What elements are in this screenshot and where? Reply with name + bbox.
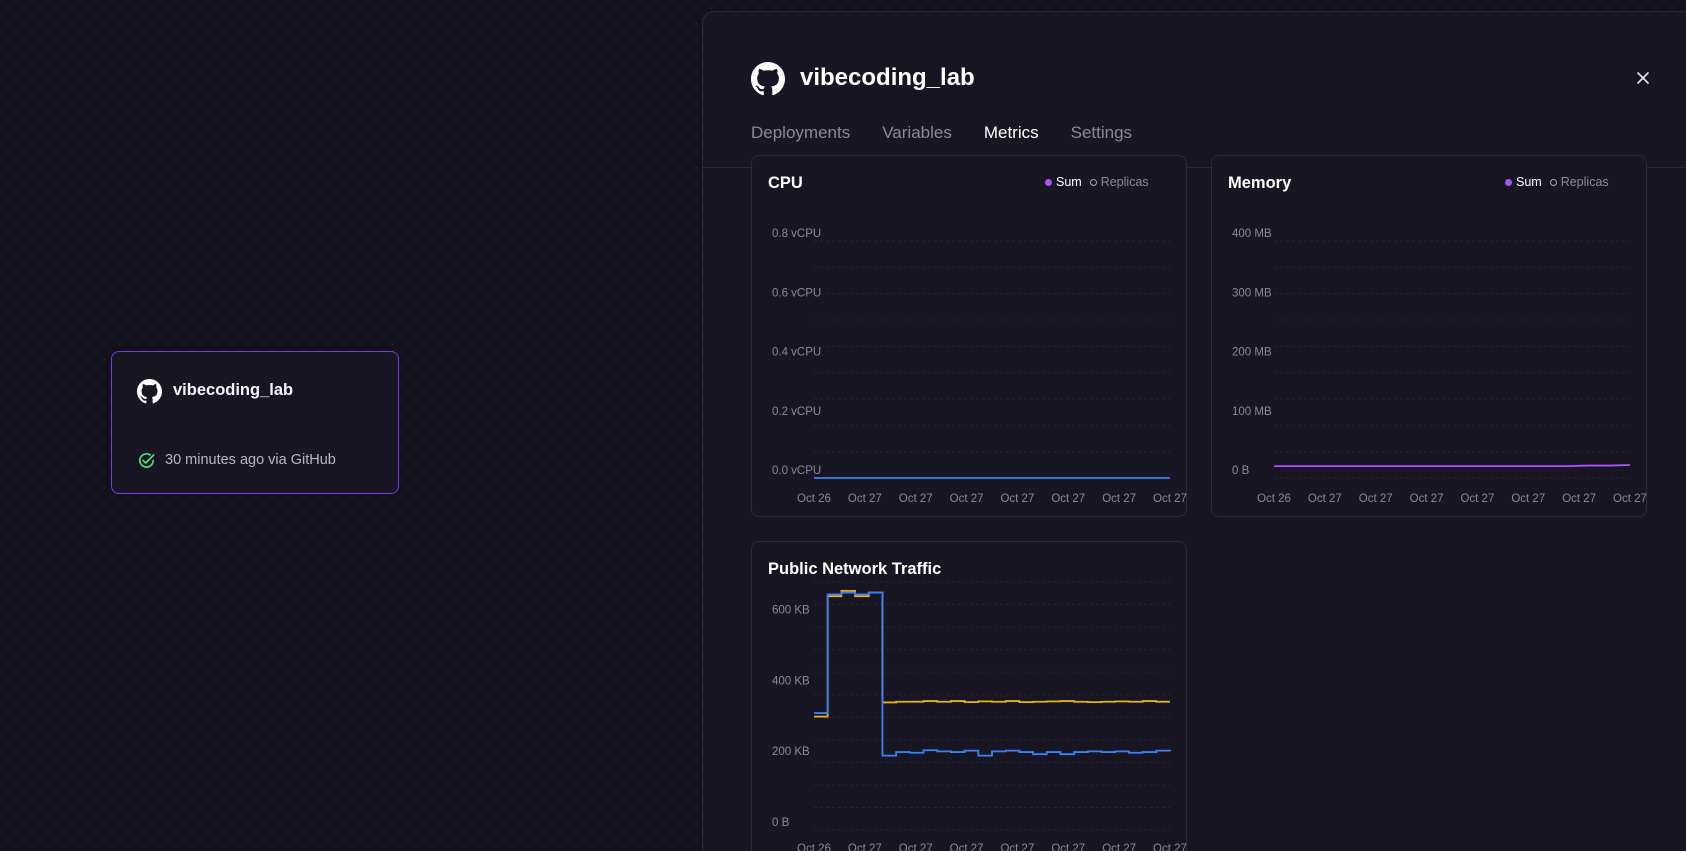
- tab-metrics[interactable]: Metrics: [983, 119, 1039, 160]
- y-tick-label: 0 B: [1232, 465, 1250, 477]
- y-tick-label: 0 B: [772, 817, 790, 829]
- x-tick-label: Oct 27: [1410, 493, 1444, 505]
- x-tick-label: Oct 27: [1000, 493, 1034, 505]
- cpu-chart: 0.0 vCPU 0.2 vCPU 0.4 vCPU 0.6 vCPU 0.8 vCPU…: [772, 228, 1187, 505]
- panel-tabs: Deployments Variables Metrics Settings: [751, 119, 1164, 160]
- y-tick-label: 400 MB: [1232, 228, 1272, 240]
- x-tick-label: Oct 27: [899, 493, 933, 505]
- y-tick-label: 200 MB: [1232, 347, 1272, 359]
- x-tick-label: Oct 26: [797, 843, 831, 851]
- x-tick-label: Oct 27: [950, 493, 984, 505]
- y-tick-label: 0.6 vCPU: [772, 287, 821, 299]
- y-tick-label: 0.2 vCPU: [772, 406, 821, 418]
- x-tick-label: Oct 27: [1051, 843, 1085, 851]
- github-icon: [137, 379, 162, 404]
- deploy-status-text: 30 minutes ago via GitHub: [165, 452, 336, 468]
- x-tick-label: Oct 27: [1153, 493, 1187, 505]
- cpu-chart-card: CPU Sum Replicas 0.0 vCPU 0.2 vCPU 0.4 vCP…: [751, 155, 1187, 517]
- panel-title: vibecoding_lab: [800, 64, 975, 91]
- x-tick-label: Oct 27: [1102, 493, 1136, 505]
- y-tick-label: 0.0 vCPU: [772, 465, 821, 477]
- check-circle-icon: [139, 452, 155, 468]
- x-tick-label: Oct 27: [1460, 493, 1494, 505]
- y-tick-label: 0.8 vCPU: [772, 228, 821, 240]
- y-tick-label: 0.4 vCPU: [772, 347, 821, 359]
- series-line: [814, 591, 1171, 757]
- y-tick-label: 300 MB: [1232, 287, 1272, 299]
- x-tick-label: Oct 27: [1153, 843, 1187, 851]
- series-line: [1274, 464, 1631, 468]
- x-tick-label: Oct 27: [1051, 493, 1085, 505]
- tab-deployments[interactable]: Deployments: [751, 119, 850, 159]
- network-chart: 0 B 200 KB 400 KB 600 KB Oct 26 Oct 27 Oct 27 O…: [772, 581, 1187, 851]
- y-tick-label: 200 KB: [772, 746, 810, 758]
- x-tick-label: Oct 27: [1613, 493, 1647, 505]
- x-tick-label: Oct 27: [1000, 843, 1034, 851]
- service-card[interactable]: vibecoding_lab 30 minutes ago via GitHub: [111, 351, 399, 494]
- network-chart-card: Public Network Traffic 0 B 200 KB 400 KB 60…: [751, 541, 1187, 851]
- x-tick-label: Oct 27: [848, 843, 882, 851]
- tab-variables[interactable]: Variables: [882, 119, 952, 159]
- memory-chart-card: Memory Sum Replicas 0 B 100 MB 200 MB 300 M…: [1211, 155, 1647, 517]
- y-tick-label: 600 KB: [772, 604, 810, 616]
- service-name: vibecoding_lab: [173, 381, 294, 399]
- x-tick-label: Oct 27: [950, 843, 984, 851]
- x-tick-label: Oct 27: [1359, 493, 1393, 505]
- github-icon: [751, 62, 785, 96]
- memory-chart: 0 B 100 MB 200 MB 300 MB 400 MB Oct 26 Oct 27 O…: [1232, 228, 1647, 505]
- service-panel: vibecoding_lab Deployments Variables Met…: [702, 11, 1686, 851]
- close-button[interactable]: [1631, 66, 1655, 90]
- x-tick-label: Oct 26: [1257, 493, 1291, 505]
- x-tick-label: Oct 27: [1308, 493, 1342, 505]
- series-line: [814, 589, 1170, 718]
- y-tick-label: 400 KB: [772, 675, 810, 687]
- x-tick-label: Oct 27: [1102, 843, 1136, 851]
- x-tick-label: Oct 26: [797, 493, 831, 505]
- tab-settings[interactable]: Settings: [1071, 119, 1132, 159]
- close-icon: [1637, 72, 1649, 84]
- x-tick-label: Oct 27: [1562, 493, 1596, 505]
- x-tick-label: Oct 27: [1511, 493, 1545, 505]
- y-tick-label: 100 MB: [1232, 406, 1272, 418]
- x-tick-label: Oct 27: [848, 493, 882, 505]
- x-tick-label: Oct 27: [899, 843, 933, 851]
